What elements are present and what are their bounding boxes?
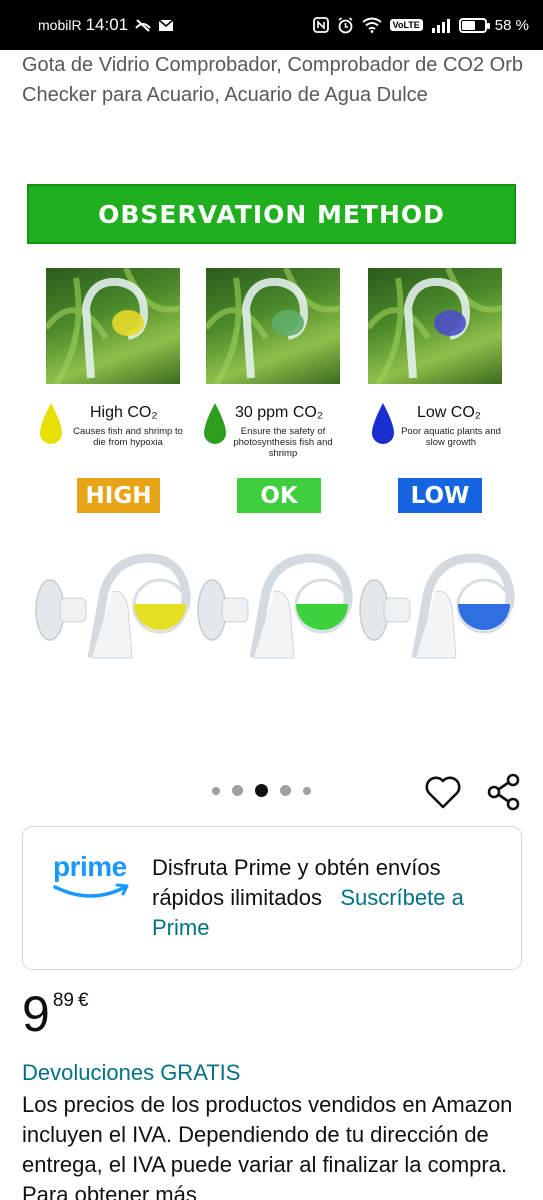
ok-co2-desc: Ensure the safety of photosynthesis fish… (233, 426, 333, 459)
price: 9 89 € (22, 988, 89, 1040)
nfc-icon (312, 17, 329, 33)
carousel-dots[interactable] (212, 784, 311, 797)
carousel-dot[interactable] (303, 786, 311, 795)
share-icon[interactable] (486, 773, 522, 811)
price-whole: 9 (22, 986, 50, 1042)
checker-photo-high (46, 268, 180, 384)
battery-icon (458, 17, 490, 33)
orb-checker-low (359, 553, 515, 659)
prime-logo-word: prime (53, 851, 127, 882)
prime-logo: prime (53, 851, 133, 907)
observation-banner: OBSERVATION METHOD (27, 184, 516, 244)
heart-icon[interactable] (424, 774, 462, 810)
carousel-dot[interactable] (280, 785, 291, 796)
alarm-icon (338, 16, 353, 33)
low-co2-title: Low CO₂ (417, 404, 482, 421)
green-drop-icon (204, 403, 226, 444)
prime-smile-icon (53, 883, 129, 898)
carousel-dot[interactable] (255, 784, 268, 797)
high-co2-desc: Causes fish and shrimp to die from hypox… (73, 426, 183, 448)
carrier-name: mobilR (38, 17, 82, 33)
orb-checker-ok (197, 553, 353, 659)
status-bar: mobilR 14:01 VoLTE 58 % (0, 0, 543, 50)
volte-icon: VoLTE (389, 19, 423, 31)
wifi-icon (362, 17, 382, 33)
free-returns-link[interactable]: Devoluciones GRATIS (22, 1060, 240, 1086)
product-title[interactable]: Gota de Vidrio Comprobador, Comprobador … (22, 50, 527, 110)
no-calls-icon (135, 19, 151, 32)
carousel-dot[interactable] (212, 786, 220, 795)
prime-promo-card[interactable]: prime Disfruta Prime y obtén envíos rápi… (22, 826, 522, 970)
prime-message: Disfruta Prime y obtén envíos rápidos il… (152, 853, 502, 943)
high-co2-title: High CO₂ (90, 404, 158, 421)
high-badge: HIGH (77, 478, 160, 513)
price-fraction: 89 (52, 990, 74, 1011)
low-badge: LOW (398, 478, 482, 513)
carousel-dot[interactable] (232, 785, 243, 796)
checker-photo-low (368, 268, 502, 384)
ok-badge: OK (237, 478, 321, 513)
low-co2-desc: Poor aquatic plants and slow growth (401, 426, 501, 448)
battery-percent: 58 % (494, 16, 529, 34)
yellow-drop-icon (40, 403, 62, 444)
signal-icon (431, 18, 450, 33)
product-image[interactable]: OBSERVATION METHOD High CO₂ 30 ppm CO₂ L… (0, 160, 543, 750)
ok-co2-title: 30 ppm CO₂ (235, 404, 324, 421)
orb-checker-high (35, 553, 191, 659)
vat-notice: Los precios de los productos vendidos en… (22, 1092, 513, 1200)
clock: 14:01 (85, 15, 129, 34)
mail-icon (158, 18, 174, 31)
blue-drop-icon (372, 403, 394, 444)
checker-photo-ok (206, 268, 340, 384)
price-currency: € (77, 990, 89, 1011)
